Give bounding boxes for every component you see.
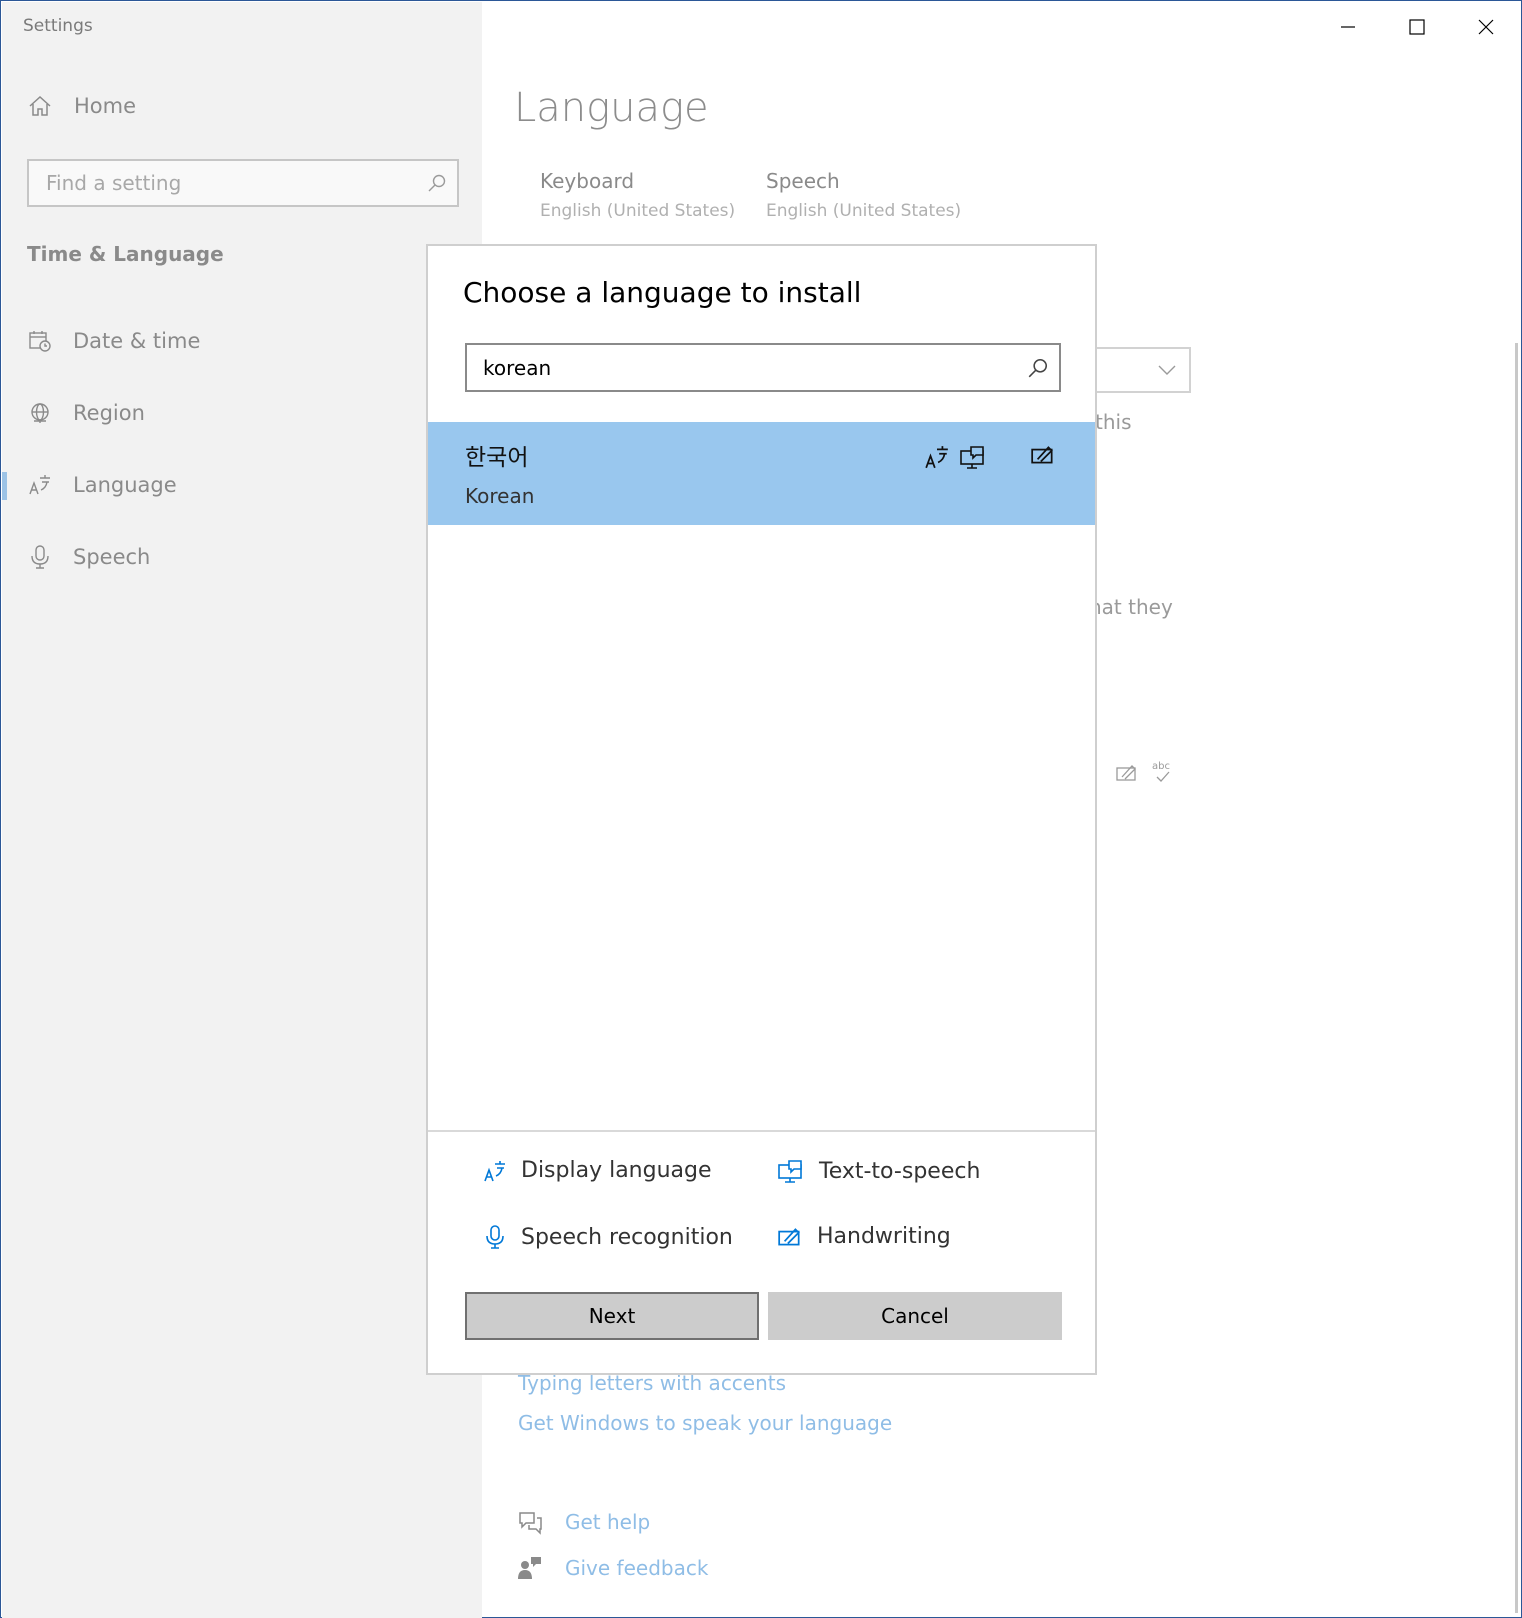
speech-tile[interactable]: Speech English (United States) bbox=[766, 169, 961, 221]
search-placeholder: Find a setting bbox=[46, 171, 182, 195]
get-help-row[interactable]: Get help bbox=[517, 1509, 650, 1535]
close-button[interactable] bbox=[1463, 9, 1509, 45]
language-search-input[interactable]: korean bbox=[465, 343, 1061, 392]
home-nav-item[interactable]: Home bbox=[28, 94, 136, 118]
legend-speech-recognition: Speech recognition bbox=[483, 1224, 733, 1250]
maximize-icon bbox=[1409, 19, 1425, 35]
sidebar-item-label: Date & time bbox=[73, 329, 201, 353]
sidebar-item-region[interactable]: Region bbox=[2, 386, 482, 440]
keyboard-tile[interactable]: Keyboard English (United States) bbox=[540, 169, 735, 221]
legend-label: Text-to-speech bbox=[819, 1158, 981, 1184]
feedback-icon bbox=[518, 1557, 541, 1579]
tile-title: Keyboard bbox=[540, 169, 635, 193]
language-icon bbox=[29, 475, 50, 495]
chevron-down-icon bbox=[1158, 365, 1176, 375]
scrollbar[interactable] bbox=[1515, 343, 1518, 1613]
close-icon bbox=[1478, 19, 1494, 35]
language-result-item[interactable]: 한국어 Korean bbox=[428, 422, 1095, 525]
home-icon bbox=[29, 95, 51, 116]
maximize-button[interactable] bbox=[1394, 9, 1440, 45]
find-setting-input[interactable]: Find a setting bbox=[27, 159, 459, 207]
page-title: Language bbox=[514, 85, 709, 131]
handwriting-icon bbox=[778, 1227, 800, 1245]
chat-help-icon bbox=[519, 1512, 542, 1535]
partial-text: nat they bbox=[1089, 595, 1173, 619]
get-help-link[interactable]: Get help bbox=[565, 1510, 650, 1534]
settings-window: Settings Home Find a setting Time & Lang… bbox=[0, 0, 1522, 1618]
spell-check-icon: abc bbox=[1152, 761, 1170, 782]
speak-language-link[interactable]: Get Windows to speak your language bbox=[518, 1411, 892, 1435]
calendar-clock-icon bbox=[29, 331, 51, 352]
display-language-icon bbox=[925, 446, 948, 469]
minimize-icon bbox=[1341, 26, 1355, 28]
divider bbox=[428, 1130, 1095, 1132]
tile-title: Speech bbox=[766, 169, 840, 193]
selection-indicator bbox=[2, 472, 7, 500]
dialog-title: Choose a language to install bbox=[463, 276, 862, 309]
sidebar: Settings Home Find a setting Time & Lang… bbox=[2, 2, 482, 1618]
language-english-name: Korean bbox=[465, 484, 535, 508]
search-icon bbox=[428, 174, 446, 192]
give-feedback-link[interactable]: Give feedback bbox=[565, 1556, 708, 1580]
next-button[interactable]: Next bbox=[465, 1292, 759, 1340]
legend-label: Handwriting bbox=[817, 1224, 951, 1249]
handwriting-icon bbox=[1031, 446, 1053, 464]
legend-label: Display language bbox=[521, 1158, 712, 1183]
sidebar-item-speech[interactable]: Speech bbox=[2, 530, 482, 584]
cancel-button[interactable]: Cancel bbox=[768, 1292, 1062, 1340]
partial-text: this bbox=[1095, 410, 1132, 434]
legend-text-to-speech: Text-to-speech bbox=[777, 1158, 980, 1184]
language-native-name: 한국어 bbox=[465, 445, 529, 471]
search-value: korean bbox=[483, 356, 552, 380]
choose-language-dialog: Choose a language to install korean 한국어 … bbox=[426, 244, 1097, 1375]
minimize-button[interactable] bbox=[1325, 9, 1371, 45]
give-feedback-row[interactable]: Give feedback bbox=[517, 1555, 708, 1581]
sidebar-item-language[interactable]: Language bbox=[2, 458, 482, 512]
sidebar-item-label: Speech bbox=[73, 545, 151, 569]
tile-subtitle: English (United States) bbox=[766, 201, 962, 221]
globe-icon bbox=[31, 403, 49, 423]
app-title: Settings bbox=[23, 16, 93, 36]
section-title: Time & Language bbox=[27, 242, 224, 266]
text-to-speech-icon bbox=[778, 1160, 802, 1183]
text-to-speech-icon bbox=[960, 446, 984, 469]
legend-label: Speech recognition bbox=[521, 1224, 733, 1250]
background-dropdown[interactable] bbox=[1081, 347, 1191, 393]
display-language-icon bbox=[484, 1160, 505, 1181]
legend-handwriting: Handwriting bbox=[777, 1224, 951, 1249]
sidebar-item-date-time[interactable]: Date & time bbox=[2, 314, 482, 368]
sidebar-item-label: Region bbox=[73, 401, 145, 425]
legend-display-language: Display language bbox=[483, 1158, 712, 1183]
handwriting-icon bbox=[1116, 765, 1136, 781]
search-icon bbox=[1028, 358, 1048, 378]
microphone-icon bbox=[31, 545, 49, 569]
sidebar-item-label: Language bbox=[73, 473, 177, 497]
microphone-icon bbox=[486, 1225, 504, 1249]
svg-text:abc: abc bbox=[1152, 761, 1170, 772]
tile-subtitle: English (United States) bbox=[540, 201, 736, 221]
home-label: Home bbox=[74, 94, 137, 118]
